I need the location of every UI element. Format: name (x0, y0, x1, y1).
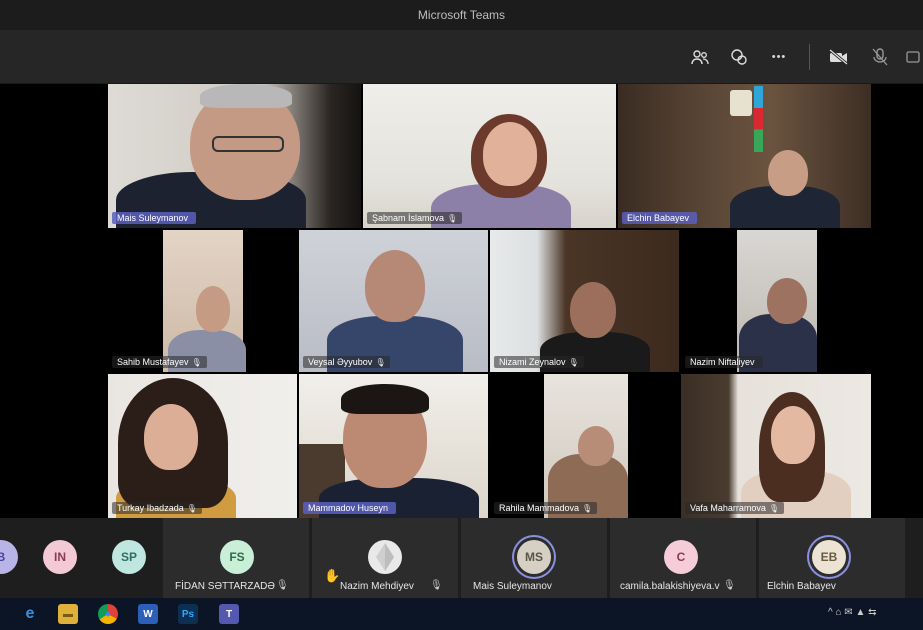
avatar: MS (517, 540, 551, 574)
video-tile[interactable]: Elchin Babayev (618, 84, 871, 228)
participant-cell[interactable]: MS Mais Suleymanov (461, 518, 607, 598)
video-tile[interactable]: Rahila Mammadova 🎙 (490, 374, 679, 518)
video-name-label: Rahila Mammadova 🎙 (494, 502, 598, 514)
file-explorer-icon[interactable]: ▬ (58, 604, 78, 624)
participant-cell[interactable]: C camila.balakishiyeva.v 🎙 (610, 518, 756, 598)
avatar: B (0, 540, 18, 574)
window-title-bar: Microsoft Teams (0, 0, 923, 30)
avatar: FS (220, 540, 254, 574)
video-name-label: Elchin Babayev (622, 212, 698, 224)
video-tile[interactable]: Veysal Əyyubov 🎙 (299, 230, 488, 372)
emblem (730, 90, 752, 116)
video-tile[interactable]: Mais Suleymanov (108, 84, 361, 228)
mic-off-icon: 🎙 (723, 580, 736, 591)
video-name-label: Turkay Ibadzada 🎙 (112, 502, 202, 514)
participant-cell[interactable]: EB Elchin Babayev (759, 518, 905, 598)
video-tile[interactable]: Mammadov Huseyn (299, 374, 488, 518)
avatar (368, 540, 402, 574)
eyeglasses (212, 136, 284, 152)
flag (754, 86, 763, 152)
window-title: Microsoft Teams (417, 8, 506, 22)
photoshop-icon[interactable]: Ps (178, 604, 198, 624)
raised-hand-icon: ✋ (324, 568, 341, 583)
windows-taskbar: e ▬ ● W Ps T ^ ⌂ ✉ ▲ ⇆ (0, 598, 923, 630)
chrome-icon[interactable]: ● (98, 604, 118, 624)
meeting-toolbar: ••• (0, 30, 923, 84)
edge-icon[interactable]: e (20, 604, 40, 624)
toolbar-divider (809, 44, 810, 70)
participant-name: FİDAN SƏTTARZADƏ (175, 581, 275, 592)
video-name-label: Vafa Maharramova 🎙 (685, 502, 785, 514)
raise-hand-icon[interactable] (728, 46, 750, 68)
participants-icon[interactable] (689, 46, 711, 68)
camera-off-icon[interactable] (828, 46, 850, 68)
avatar: EB (812, 540, 846, 574)
participant-name: Nazim Mehdiyev (340, 581, 414, 592)
avatar: IN (43, 540, 77, 574)
mic-off-icon[interactable] (869, 46, 891, 68)
participant-strip: B IN SP FS FİDAN SƏTTARZADƏ 🎙 ✋ Nazim Me… (0, 518, 923, 598)
video-tile[interactable]: Turkay Ibadzada 🎙 (108, 374, 297, 518)
video-tile[interactable]: Sahib Mustafayev 🎙 (108, 230, 297, 372)
video-name-label: Nizami Zeynalov 🎙 (494, 356, 584, 368)
participant-cell[interactable]: ✋ Nazim Mehdiyev 🎙 (312, 518, 458, 598)
participant-cell[interactable]: FS FİDAN SƏTTARZADƏ 🎙 (163, 518, 309, 598)
participant-name: Elchin Babayev (767, 581, 836, 592)
video-tile[interactable]: Nazim Niftaliyev (681, 230, 871, 372)
word-icon[interactable]: W (138, 604, 158, 624)
video-tile[interactable]: Nizami Zeynalov 🎙 (490, 230, 679, 372)
teams-icon[interactable]: T (219, 604, 239, 624)
video-name-label: Mais Suleymanov (112, 212, 197, 224)
avatar: SP (112, 540, 146, 574)
video-name-label: Sahib Mustafayev 🎙 (112, 356, 207, 368)
video-name-label: Nazim Niftaliyev (685, 356, 763, 368)
participant-name: camila.balakishiyeva.v (620, 581, 720, 592)
video-gallery: Mais Suleymanov Şabnam İslamova 🎙 Elchin … (0, 84, 923, 518)
video-name-label: Veysal Əyyubov 🎙 (303, 356, 391, 368)
participant-name: Mais Suleymanov (473, 581, 552, 592)
mic-off-icon: 🎙 (430, 580, 443, 591)
video-tile[interactable]: Vafa Maharramova 🎙 (681, 374, 871, 518)
avatar: C (664, 540, 698, 574)
video-name-label: Şabnam İslamova 🎙 (367, 212, 463, 224)
participant-cell[interactable]: B IN SP (0, 518, 160, 598)
share-tray-icon[interactable] (905, 46, 921, 68)
mic-off-icon: 🎙 (276, 580, 289, 591)
system-tray[interactable]: ^ ⌂ ✉ ▲ ⇆ (828, 607, 877, 618)
more-options-icon[interactable]: ••• (768, 46, 790, 68)
video-tile[interactable]: Şabnam İslamova 🎙 (363, 84, 616, 228)
video-name-label: Mammadov Huseyn (303, 502, 397, 514)
